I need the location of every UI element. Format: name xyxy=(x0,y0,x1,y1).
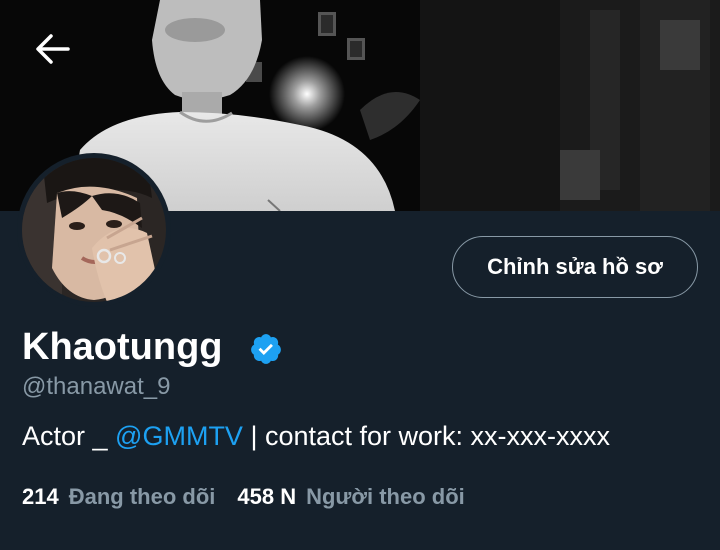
followers-link[interactable]: 458 N Người theo dõi xyxy=(237,482,464,512)
profile-handle: @thanawat_9 xyxy=(22,373,171,400)
avatar[interactable] xyxy=(22,158,166,302)
bio-mention-link[interactable]: @GMMTV xyxy=(115,421,243,451)
bio-suffix: | contact for work: xx-xxx-xxxx xyxy=(242,421,611,451)
following-count: 214 xyxy=(22,484,59,509)
followers-count: 458 N xyxy=(237,484,297,509)
profile-stats: 214 Đang theo dõi 458 N Người theo dõi xyxy=(22,482,487,512)
following-link[interactable]: 214 Đang theo dõi xyxy=(22,482,215,512)
followers-label: Người theo dõi xyxy=(306,484,465,509)
display-name-text: Khaotungg xyxy=(22,326,223,368)
display-name: Khaotungg xyxy=(22,323,283,371)
profile-bio: Actor _ @GMMTV | contact for work: xx-xx… xyxy=(22,418,610,454)
back-button[interactable] xyxy=(30,28,74,72)
edit-profile-button[interactable]: Chỉnh sửa hồ sơ xyxy=(452,236,698,298)
following-label: Đang theo dõi xyxy=(68,484,216,509)
avatar-photo xyxy=(22,158,166,302)
verified-badge-icon xyxy=(249,330,283,364)
back-arrow-icon xyxy=(36,34,70,64)
bio-prefix: Actor _ xyxy=(22,421,116,451)
